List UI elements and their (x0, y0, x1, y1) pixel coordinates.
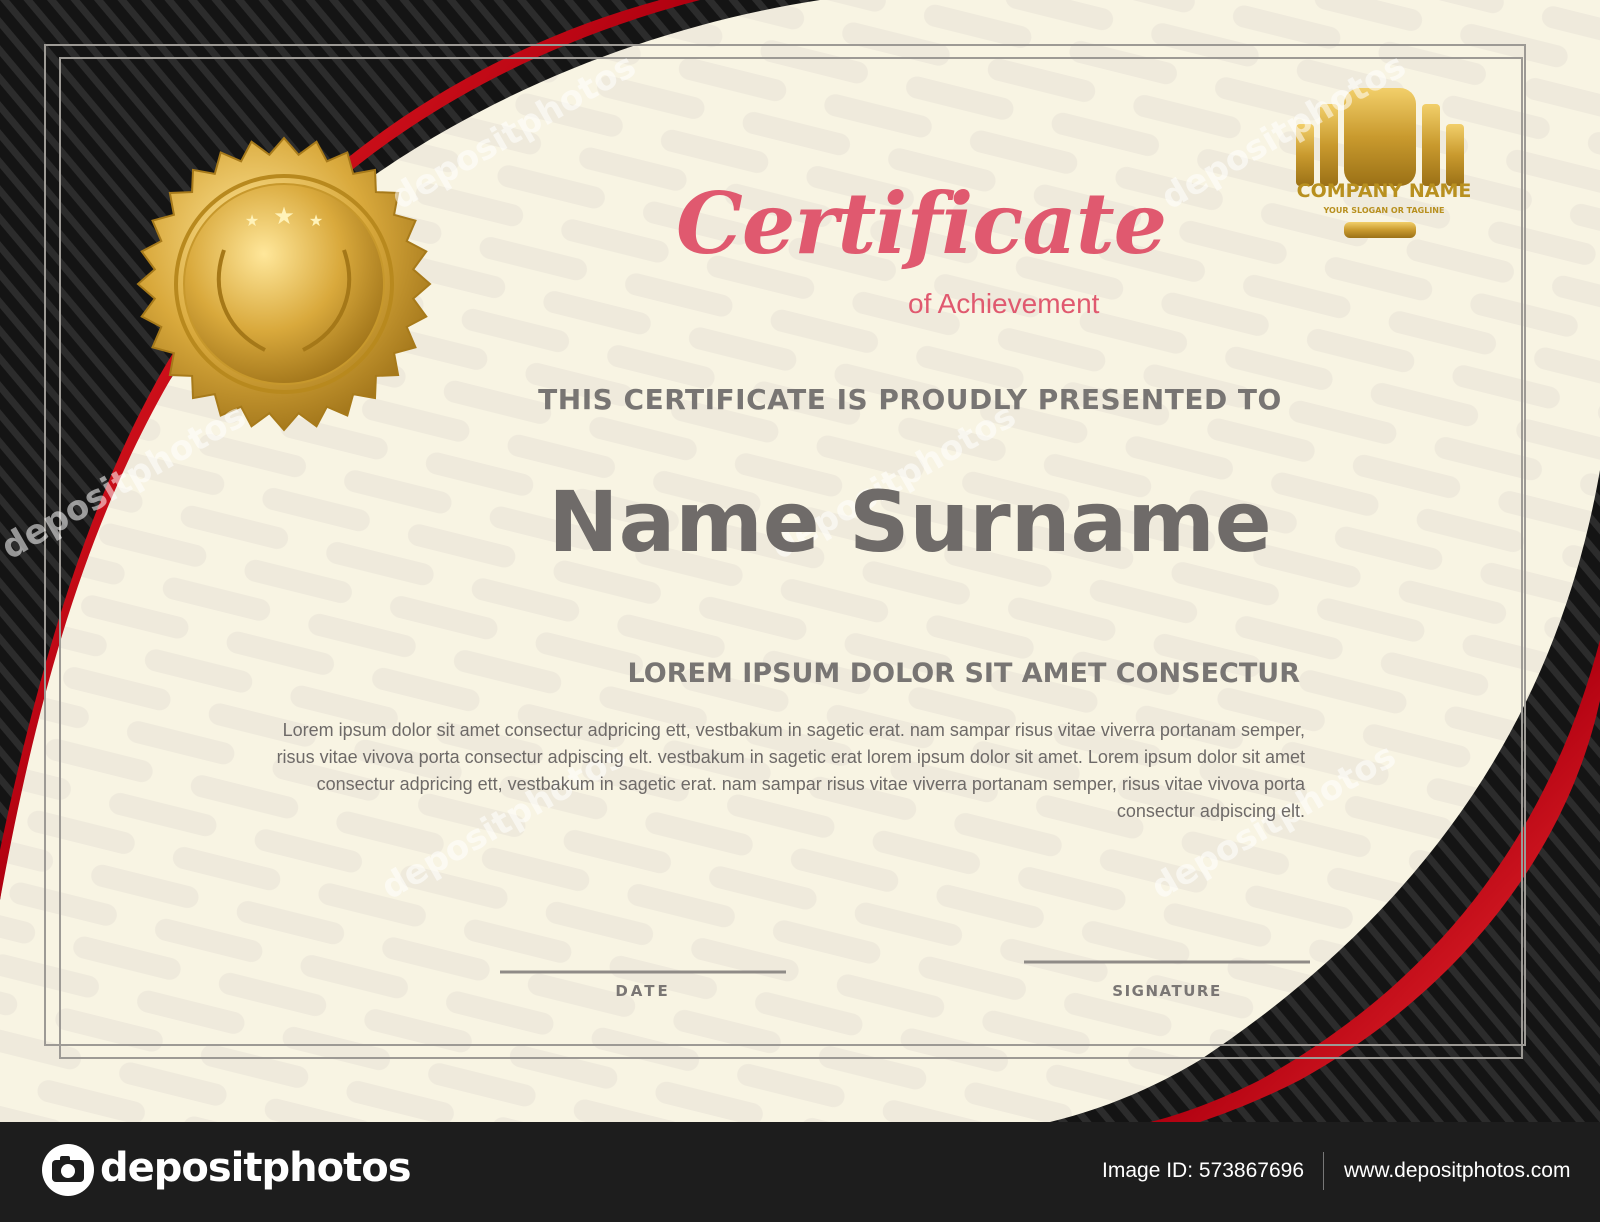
footer-divider (1323, 1152, 1324, 1190)
stock-footer-bar: depositphotos Image ID: 573867696 www.de… (0, 1122, 1600, 1222)
signature-label: SIGNATURE (1112, 982, 1222, 1000)
achievement-heading: LOREM IPSUM DOLOR SIT AMET CONSECTUR (627, 658, 1300, 689)
footer-url[interactable]: www.depositphotos.com (1344, 1160, 1570, 1181)
certificate-description: Lorem ipsum dolor sit amet consectur adp… (276, 720, 1305, 821)
svg-text:★: ★ (309, 211, 323, 230)
recipient-name: Name Surname (548, 473, 1272, 571)
certificate-subtitle: of Achievement (908, 288, 1100, 319)
camera-logo-icon (42, 1144, 94, 1196)
company-slogan: YOUR SLOGAN OR TAGLINE (1323, 206, 1445, 215)
date-label: DATE (615, 982, 671, 1000)
presented-to-text: THIS CERTIFICATE IS PROUDLY PRESENTED TO (538, 383, 1282, 416)
image-id: Image ID: 573867696 (1102, 1159, 1304, 1182)
svg-text:★: ★ (273, 202, 295, 230)
svg-text:★: ★ (245, 211, 259, 230)
depositphotos-brand[interactable]: depositphotos (100, 1148, 412, 1188)
company-name: COMPANY NAME (1296, 180, 1472, 202)
certificate-canvas: ★ ★ ★ depositphotos depositphotos deposi… (0, 0, 1600, 1222)
certificate-title: Certificate (676, 174, 1167, 273)
